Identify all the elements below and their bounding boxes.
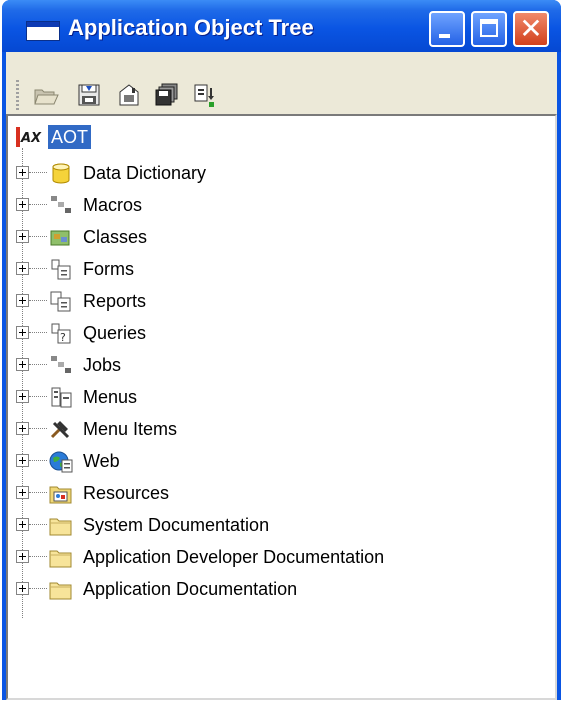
tree-connector	[29, 236, 47, 237]
title-bar[interactable]: Application Object Tree ✕	[2, 0, 561, 52]
import-icon[interactable]	[76, 82, 102, 108]
compile-icon[interactable]	[192, 82, 218, 108]
svg-text:?: ?	[60, 331, 66, 344]
expand-icon[interactable]	[16, 454, 29, 467]
tree-node-label[interactable]: Forms	[83, 258, 134, 280]
tree-node-label[interactable]: Menus	[83, 386, 137, 408]
tree-connector	[29, 172, 47, 173]
tree-node-label[interactable]: Menu Items	[83, 418, 177, 440]
folder-icon	[49, 550, 72, 568]
tree-node-label[interactable]: Data Dictionary	[83, 162, 206, 184]
tree-node-label[interactable]: Reports	[83, 290, 146, 312]
folder-icon	[49, 518, 72, 536]
tree-connector	[29, 300, 47, 301]
toolbar-grip[interactable]	[16, 80, 19, 110]
database-icon	[52, 163, 70, 184]
tree-connector	[29, 428, 47, 429]
tree-node-label[interactable]: Jobs	[83, 354, 121, 376]
tree-node-label[interactable]: Web	[83, 450, 120, 472]
maximize-icon	[480, 19, 498, 37]
menus-icon	[51, 387, 72, 408]
tree-connector	[29, 268, 47, 269]
tree-root-label[interactable]: AOT	[48, 125, 92, 149]
window-title: Application Object Tree	[68, 15, 314, 40]
tree-connector	[29, 588, 47, 589]
tree-node-label[interactable]: Application Developer Documentation	[83, 546, 384, 568]
expand-icon[interactable]	[16, 486, 29, 499]
toolbar	[6, 52, 557, 114]
svg-text:AX: AX	[20, 131, 42, 146]
forms-icon	[51, 259, 71, 280]
aot-window: Application Object Tree ✕ AX AOT Data Di…	[2, 0, 561, 700]
tree-node-label[interactable]: Queries	[83, 322, 146, 344]
tree-connector	[29, 524, 47, 525]
expand-icon[interactable]	[16, 230, 29, 243]
resources-icon	[49, 486, 72, 504]
open-folder-icon[interactable]	[33, 82, 59, 108]
jobs-icon	[51, 356, 71, 373]
properties-icon[interactable]	[116, 82, 142, 108]
tree-connector	[29, 396, 47, 397]
expand-icon[interactable]	[16, 518, 29, 531]
tree-node-label[interactable]: Resources	[83, 482, 169, 504]
tree-guide-line	[22, 148, 23, 618]
tree-connector	[29, 364, 47, 365]
save-all-icon[interactable]	[154, 82, 180, 108]
tree-node-label[interactable]: Classes	[83, 226, 147, 248]
expand-icon[interactable]	[16, 198, 29, 211]
reports-icon	[50, 291, 71, 312]
expand-icon[interactable]	[16, 326, 29, 339]
expand-icon[interactable]	[16, 166, 29, 179]
tree-connector	[29, 492, 47, 493]
web-globe-icon	[49, 451, 73, 473]
queries-icon: ?	[51, 323, 71, 344]
classes-icon	[50, 230, 70, 246]
close-icon: ✕	[519, 12, 543, 45]
folder-icon	[49, 582, 72, 600]
close-button[interactable]: ✕	[513, 11, 549, 47]
tools-icon	[50, 421, 70, 439]
tree-node-label[interactable]: Application Documentation	[83, 578, 297, 600]
expand-icon[interactable]	[16, 262, 29, 275]
minimize-button[interactable]	[429, 11, 465, 47]
expand-icon[interactable]	[16, 358, 29, 371]
expand-icon[interactable]	[16, 422, 29, 435]
tree-connector	[29, 332, 47, 333]
window-icon	[26, 21, 60, 41]
tree-node-label[interactable]: System Documentation	[83, 514, 269, 536]
tree-connector	[29, 204, 47, 205]
expand-icon[interactable]	[16, 550, 29, 563]
tree-connector	[29, 556, 47, 557]
window-client: AX AOT Data Dictionary Macros Classes Forms…	[6, 52, 557, 700]
maximize-button[interactable]	[471, 11, 507, 47]
expand-icon[interactable]	[16, 582, 29, 595]
expand-icon[interactable]	[16, 390, 29, 403]
object-tree[interactable]: AX AOT Data Dictionary Macros Classes Forms…	[6, 114, 557, 700]
tree-connector	[29, 460, 47, 461]
tree-node-label[interactable]: Macros	[83, 194, 142, 216]
ax-logo-icon: AX	[16, 127, 42, 147]
minimize-icon	[439, 34, 450, 38]
expand-icon[interactable]	[16, 294, 29, 307]
macros-icon	[51, 196, 71, 213]
